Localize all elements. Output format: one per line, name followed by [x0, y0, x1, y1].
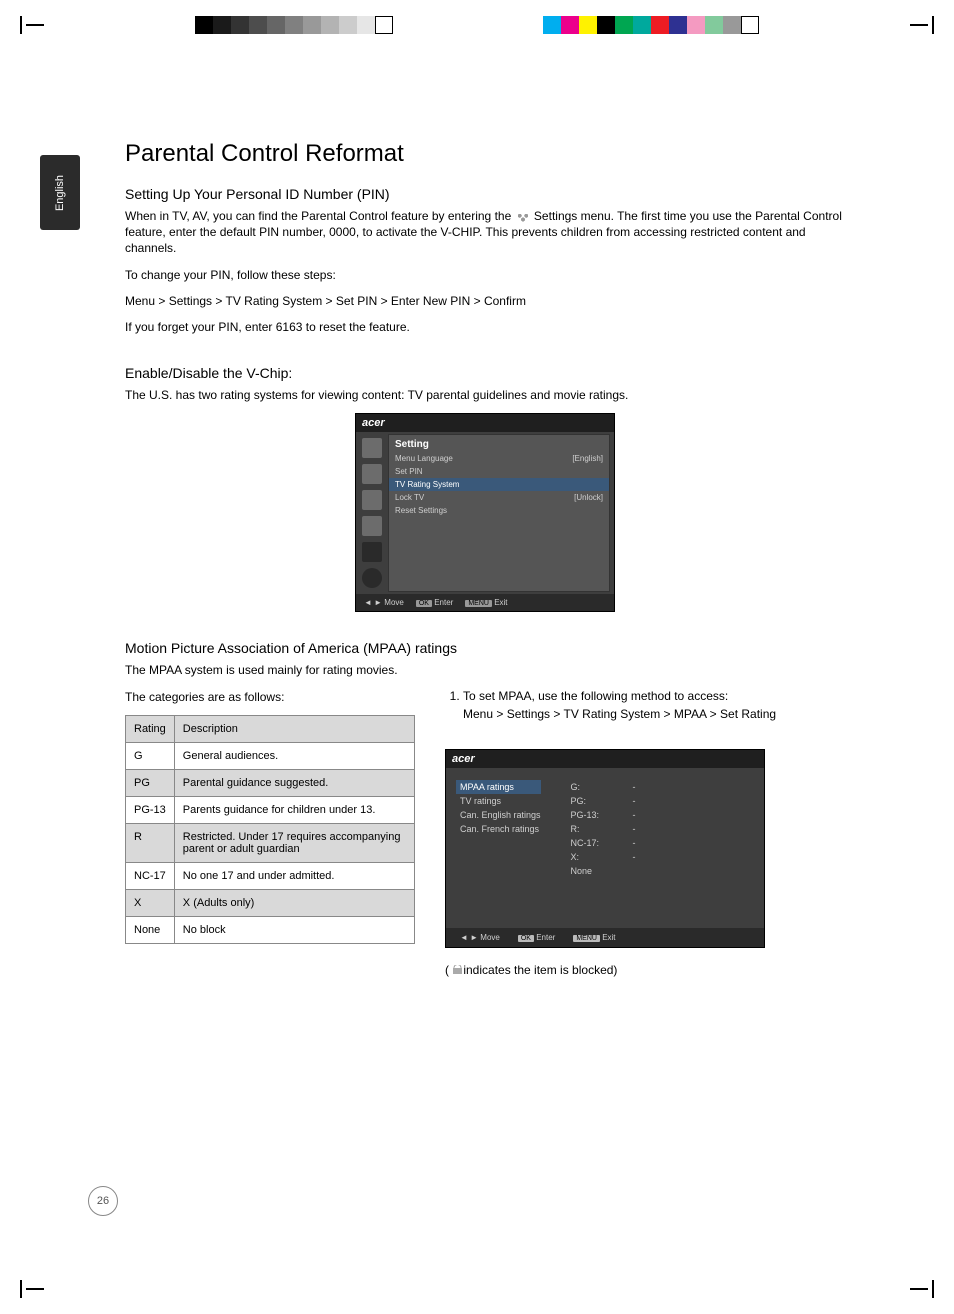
table-row: XX (Adults only): [126, 889, 415, 916]
osd-screenshot-mpaa: acer MPAA ratingsTV ratingsCan. English …: [445, 749, 765, 948]
page-number: 26: [88, 1186, 118, 1216]
section-heading-pin: Setting Up Your Personal ID Number (PIN): [125, 186, 845, 202]
section-heading-mpaa: Motion Picture Association of America (M…: [125, 640, 845, 656]
body-text: The categories are as follows:: [125, 689, 415, 705]
table-row: GGeneral audiences.: [126, 742, 415, 769]
body-text: If you forget your PIN, enter 6163 to re…: [125, 319, 845, 335]
table-header: Description: [174, 715, 414, 742]
print-marks-bottom: [0, 1274, 954, 1304]
section-heading-vchip: Enable/Disable the V-Chip:: [125, 365, 845, 381]
osd-side-icons: [356, 432, 388, 594]
osd-footer: ◄ ► Move OK Enter MENU Exit: [356, 594, 614, 611]
lock-note: ( indicates the item is blocked): [445, 962, 845, 978]
page-title: Parental Control Reformat: [125, 140, 845, 168]
osd-footer: ◄ ► Move OK Enter MENU Exit: [446, 928, 764, 947]
osd-row: Reset Settings: [389, 504, 609, 517]
mpaa-rating-table: Rating Description GGeneral audiences.PG…: [125, 715, 415, 944]
body-text: The U.S. has two rating systems for view…: [125, 387, 845, 403]
print-marks-top: [0, 10, 954, 40]
osd-row: Menu Language[English]: [389, 452, 609, 465]
osd-row: NC-17:-: [571, 836, 636, 850]
osd-brand: acer: [356, 414, 614, 432]
body-text: Menu > Settings > TV Rating System > Set…: [125, 293, 845, 309]
osd-row: TV Rating System: [389, 478, 609, 491]
page-content: Parental Control Reformat Setting Up You…: [125, 140, 845, 988]
body-text: When in TV, AV, you can find the Parenta…: [125, 208, 845, 257]
osd-row: None: [571, 864, 636, 878]
language-tab: English: [40, 155, 80, 230]
osd-row: Set PIN: [389, 465, 609, 478]
table-row: PG-13Parents guidance for children under…: [126, 796, 415, 823]
osd-brand: acer: [446, 750, 764, 768]
osd-row: MPAA ratings: [456, 780, 541, 794]
osd-row: TV ratings: [460, 794, 541, 808]
osd-row: G:-: [571, 780, 636, 794]
body-text: To change your PIN, follow these steps:: [125, 267, 845, 283]
gray-swatches: [195, 16, 393, 34]
osd-panel-title: Setting: [389, 435, 609, 452]
settings-icon: [515, 211, 531, 223]
menu-path: Menu > Settings > TV Rating System > MPA…: [463, 707, 845, 721]
lock-icon: [452, 965, 463, 976]
steps-list: To set MPAA, use the following method to…: [445, 689, 845, 721]
table-row: RRestricted. Under 17 requires accompany…: [126, 823, 415, 862]
table-header: Rating: [126, 715, 175, 742]
osd-row: Lock TV[Unlock]: [389, 491, 609, 504]
osd-screenshot-settings: acer Setting Menu Language[English]Set P…: [355, 413, 615, 612]
body-text: The MPAA system is used mainly for ratin…: [125, 662, 845, 678]
osd-row: PG:-: [571, 794, 636, 808]
color-swatches: [543, 16, 759, 34]
table-row: NoneNo block: [126, 916, 415, 943]
list-item: To set MPAA, use the following method to…: [463, 689, 845, 721]
table-row: PGParental guidance suggested.: [126, 769, 415, 796]
osd-row: X:-: [571, 850, 636, 864]
table-row: NC-17No one 17 and under admitted.: [126, 862, 415, 889]
osd-row: Can. English ratings: [460, 808, 541, 822]
osd-row: PG-13:-: [571, 808, 636, 822]
osd-row: Can. French ratings: [460, 822, 541, 836]
osd-row: R:-: [571, 822, 636, 836]
